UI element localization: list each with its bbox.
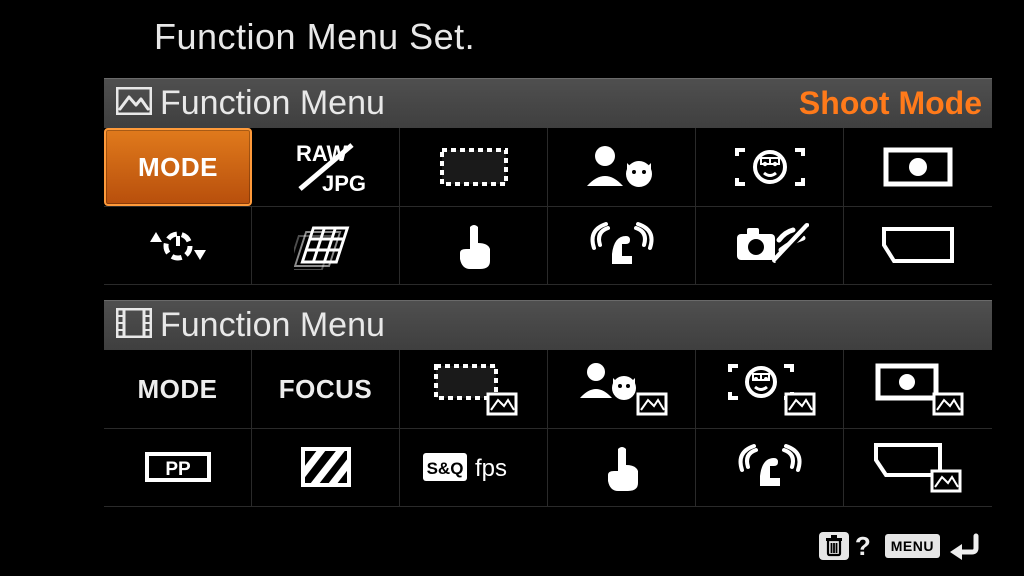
menu-badge: MENU bbox=[885, 534, 940, 558]
current-selection-label: Shoot Mode bbox=[799, 85, 982, 122]
fn-photo-aps-c[interactable] bbox=[400, 128, 548, 206]
aps-c-frame-movie-icon bbox=[426, 360, 522, 418]
metering-movie-icon bbox=[868, 360, 968, 418]
fn-movie-aps-c[interactable] bbox=[400, 350, 548, 428]
empty-slot-movie-icon bbox=[870, 439, 966, 495]
divider bbox=[104, 428, 992, 429]
fn-photo-steadyshot[interactable] bbox=[548, 206, 696, 284]
fn-movie-picture-profile[interactable]: PP bbox=[104, 428, 252, 506]
fn-photo-touch[interactable] bbox=[400, 206, 548, 284]
steadyshot-icon bbox=[730, 442, 810, 492]
fn-label-focus: FOCUS bbox=[279, 374, 373, 405]
fn-movie-metering[interactable] bbox=[844, 350, 992, 428]
divider bbox=[104, 506, 992, 507]
zebra-icon bbox=[297, 443, 355, 491]
help-question-mark: ? bbox=[855, 531, 871, 562]
fn-label-mode: MODE bbox=[138, 374, 218, 405]
fn-photo-face-registration[interactable] bbox=[696, 128, 844, 206]
touch-icon bbox=[450, 219, 498, 271]
trash-icon bbox=[817, 530, 851, 562]
steadyshot-icon bbox=[582, 220, 662, 270]
touch-icon bbox=[598, 441, 646, 493]
fn-movie-steadyshot[interactable] bbox=[696, 428, 844, 506]
photo-mode-icon bbox=[116, 87, 152, 120]
empty-slot-icon bbox=[878, 223, 958, 267]
divider bbox=[104, 284, 992, 285]
person-animal-icon bbox=[579, 142, 665, 192]
svg-text:S&Q: S&Q bbox=[426, 459, 463, 478]
fn-photo-subject-detect[interactable] bbox=[548, 128, 696, 206]
fn-photo-metering[interactable] bbox=[844, 128, 992, 206]
section-header-photo: Function Menu Shoot Mode bbox=[104, 78, 992, 128]
divider bbox=[104, 206, 992, 207]
fn-movie-subject-detect[interactable] bbox=[548, 350, 696, 428]
face-bracket-movie-icon bbox=[720, 360, 820, 418]
fn-photo-mode[interactable]: MODE bbox=[104, 128, 252, 206]
fn-movie-focus[interactable]: FOCUS bbox=[252, 350, 400, 428]
svg-text:JPG: JPG bbox=[322, 171, 366, 195]
fn-label-mode: MODE bbox=[138, 152, 218, 183]
page-title: Function Menu Set. bbox=[154, 16, 475, 58]
raw-jpg-icon: RAW JPG bbox=[278, 139, 374, 195]
fn-photo-raw-jpg[interactable]: RAW JPG bbox=[252, 128, 400, 206]
movie-mode-icon bbox=[116, 308, 152, 343]
footer-bar: ? MENU bbox=[817, 530, 984, 562]
fn-photo-silent[interactable] bbox=[696, 206, 844, 284]
picture-profile-icon: PP bbox=[139, 446, 217, 488]
svg-text:fps: fps bbox=[475, 455, 507, 482]
pixel-shift-icon bbox=[294, 220, 358, 270]
fn-photo-interval[interactable] bbox=[104, 206, 252, 284]
person-animal-movie-icon bbox=[572, 360, 672, 418]
svg-text:PP: PP bbox=[165, 459, 191, 480]
fn-movie-zebra[interactable] bbox=[252, 428, 400, 506]
fn-movie-empty[interactable] bbox=[844, 428, 992, 506]
interval-timer-icon bbox=[148, 218, 208, 272]
aps-c-frame-icon bbox=[434, 142, 514, 192]
fn-photo-empty[interactable] bbox=[844, 206, 992, 284]
footer-menu-back[interactable]: MENU bbox=[885, 530, 984, 562]
section-title-2: Function Menu bbox=[160, 306, 385, 345]
fn-movie-sq-fps[interactable]: S&Q fps bbox=[400, 428, 548, 506]
section-title-1: Function Menu bbox=[160, 84, 385, 123]
fn-movie-face-registration[interactable] bbox=[696, 350, 844, 428]
silent-shooting-icon bbox=[731, 220, 809, 270]
fn-movie-mode[interactable]: MODE bbox=[104, 350, 252, 428]
sq-fps-icon: S&Q fps bbox=[419, 447, 529, 487]
fn-photo-px-shift[interactable] bbox=[252, 206, 400, 284]
face-bracket-icon bbox=[729, 142, 811, 192]
section-header-movie: Function Menu bbox=[104, 300, 992, 350]
fn-movie-touch[interactable] bbox=[548, 428, 696, 506]
back-arrow-icon bbox=[944, 530, 984, 562]
metering-icon bbox=[878, 142, 958, 192]
footer-delete-help[interactable]: ? bbox=[817, 530, 871, 562]
